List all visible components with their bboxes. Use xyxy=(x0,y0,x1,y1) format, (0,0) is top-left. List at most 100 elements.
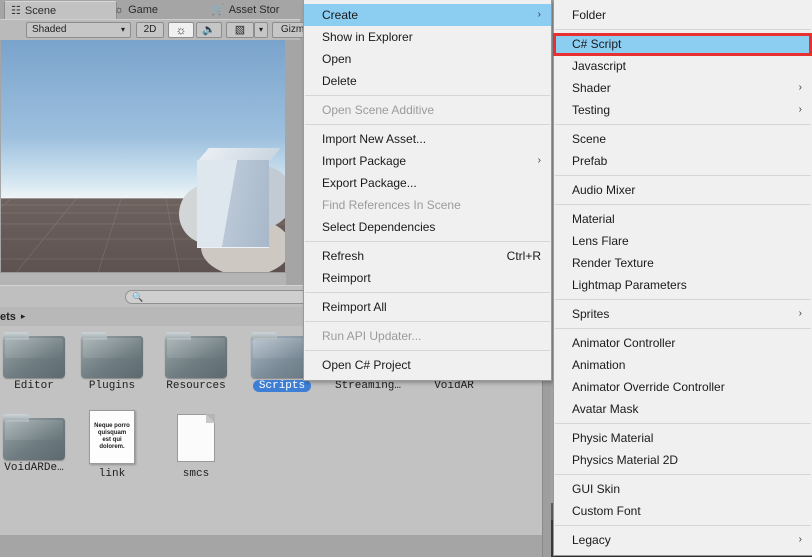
menu-item-label: Delete xyxy=(322,74,357,88)
menu-separator xyxy=(555,525,811,526)
submenu-item-scene[interactable]: Scene xyxy=(554,128,812,150)
menu-item-label: Physic Material xyxy=(572,431,654,445)
menu-item-label: Render Texture xyxy=(572,256,654,270)
submenu-item-shader[interactable]: Shader › xyxy=(554,77,812,99)
menu-item-open-csharp-project[interactable]: Open C# Project xyxy=(304,354,551,376)
toggle-2d-label: 2D xyxy=(143,24,157,35)
menu-item-select-dependencies[interactable]: Select Dependencies xyxy=(304,216,551,238)
menu-item-label: Create xyxy=(322,8,359,22)
tab-scene[interactable]: ☷ Scene xyxy=(4,1,117,20)
scene-viewport[interactable] xyxy=(1,40,285,272)
submenu-item-csharp-script[interactable]: C# Script xyxy=(554,33,812,55)
menu-item-label: Custom Font xyxy=(572,504,641,518)
scene-horizontal-scrollbar[interactable] xyxy=(0,272,286,285)
submenu-item-gui-skin[interactable]: GUI Skin xyxy=(554,478,812,500)
tab-asset-store[interactable]: 🛒 Asset Stor xyxy=(205,1,287,19)
tab-game-label: Game xyxy=(128,4,159,16)
lighting-toggle-button[interactable]: ☼ xyxy=(168,22,194,38)
menu-item-label: Import New Asset... xyxy=(322,132,427,146)
menu-item-reimport-all[interactable]: Reimport All xyxy=(304,296,551,318)
submenu-item-physics-material-2d[interactable]: Physics Material 2D xyxy=(554,449,812,471)
scene-object-cube xyxy=(197,160,269,248)
menu-item-label: Reimport All xyxy=(322,300,387,314)
submenu-item-sprites[interactable]: Sprites › xyxy=(554,303,812,325)
menu-item-import-new-asset[interactable]: Import New Asset... xyxy=(304,128,551,150)
chevron-right-icon: › xyxy=(798,534,802,545)
submenu-item-lens-flare[interactable]: Lens Flare xyxy=(554,230,812,252)
document-icon xyxy=(177,414,215,462)
menu-item-label: Material xyxy=(572,212,615,226)
audio-toggle-button[interactable]: 🔈 xyxy=(196,22,222,38)
chevron-right-icon: › xyxy=(537,155,541,166)
search-icon: 🔍 xyxy=(132,291,144,302)
submenu-item-animator-override-controller[interactable]: Animator Override Controller xyxy=(554,376,812,398)
chevron-right-icon: › xyxy=(798,104,802,115)
submenu-item-prefab[interactable]: Prefab xyxy=(554,150,812,172)
menu-item-label: Refresh xyxy=(322,249,365,263)
menu-item-reimport[interactable]: Reimport xyxy=(304,267,551,289)
menu-separator xyxy=(555,204,811,205)
asset-item-resources[interactable]: Resources xyxy=(154,332,238,392)
menu-item-refresh[interactable]: Refresh Ctrl+R xyxy=(304,245,551,267)
tab-game[interactable]: ☼ Game xyxy=(108,1,166,19)
folder-icon xyxy=(81,332,143,378)
gamepad-icon: ☼ xyxy=(114,3,125,16)
submenu-item-render-texture[interactable]: Render Texture xyxy=(554,252,812,274)
chevron-right-icon: › xyxy=(537,9,541,20)
menu-item-show-in-explorer[interactable]: Show in Explorer xyxy=(304,26,551,48)
menu-item-run-api-updater: Run API Updater... xyxy=(304,325,551,347)
sun-icon: ☼ xyxy=(175,23,187,37)
submenu-item-animator-controller[interactable]: Animator Controller xyxy=(554,332,812,354)
asset-label: Plugins xyxy=(88,380,136,392)
asset-item-link[interactable]: Neque porro quisquam est qui dolorem. li… xyxy=(70,410,154,480)
submenu-item-legacy[interactable]: Legacy › xyxy=(554,529,812,551)
menu-item-delete[interactable]: Delete xyxy=(304,70,551,92)
create-submenu[interactable]: Folder C# Script Javascript Shader › Tes… xyxy=(553,0,812,556)
menu-item-export-package[interactable]: Export Package... xyxy=(304,172,551,194)
submenu-item-lightmap-parameters[interactable]: Lightmap Parameters xyxy=(554,274,812,296)
submenu-item-custom-font[interactable]: Custom Font xyxy=(554,500,812,522)
menu-item-create[interactable]: Create › xyxy=(304,4,551,26)
menu-item-label: Prefab xyxy=(572,154,608,168)
asset-item-voidardemo[interactable]: VoidARDe… xyxy=(0,414,76,474)
submenu-item-material[interactable]: Material xyxy=(554,208,812,230)
menu-item-label: Show in Explorer xyxy=(322,30,413,44)
tab-asset-store-label: Asset Stor xyxy=(228,4,280,16)
menu-item-label: Lens Flare xyxy=(572,234,629,248)
menu-separator xyxy=(305,95,550,96)
submenu-item-audio-mixer[interactable]: Audio Mixer xyxy=(554,179,812,201)
submenu-item-javascript[interactable]: Javascript xyxy=(554,55,812,77)
asset-label: Resources xyxy=(166,380,226,392)
submenu-item-testing[interactable]: Testing › xyxy=(554,99,812,121)
submenu-item-animation[interactable]: Animation xyxy=(554,354,812,376)
asset-label: smcs xyxy=(182,468,210,480)
menu-item-label: C# Script xyxy=(572,37,622,51)
asset-item-plugins[interactable]: Plugins xyxy=(70,332,154,392)
menu-separator xyxy=(305,350,550,351)
menu-item-label: Javascript xyxy=(572,59,627,73)
submenu-item-folder[interactable]: Folder xyxy=(554,4,812,26)
asset-label: VoidAR xyxy=(434,380,474,392)
chevron-down-icon: ▾ xyxy=(120,25,125,34)
menu-separator xyxy=(555,29,811,30)
menu-separator xyxy=(305,292,550,293)
menu-separator xyxy=(555,423,811,424)
effects-dropdown-button[interactable]: ▾ xyxy=(254,22,268,38)
menu-item-open[interactable]: Open xyxy=(304,48,551,70)
menu-item-label: GUI Skin xyxy=(572,482,621,496)
menu-separator xyxy=(305,124,550,125)
submenu-item-physic-material[interactable]: Physic Material xyxy=(554,427,812,449)
asset-context-menu[interactable]: Create › Show in Explorer Open Delete Op… xyxy=(303,0,552,381)
asset-label: Editor xyxy=(14,380,54,392)
submenu-item-avatar-mask[interactable]: Avatar Mask xyxy=(554,398,812,420)
menu-item-label: Animator Controller xyxy=(572,336,676,350)
shading-mode-dropdown[interactable]: Shaded ▾ xyxy=(26,22,131,38)
menu-separator xyxy=(555,175,811,176)
menu-item-label: Open xyxy=(322,52,352,66)
menu-item-import-package[interactable]: Import Package › xyxy=(304,150,551,172)
effects-toggle-button[interactable]: ▧ xyxy=(226,22,254,38)
menu-item-label: Sprites xyxy=(572,307,610,321)
toggle-2d-button[interactable]: 2D xyxy=(136,22,164,38)
asset-item-smcs[interactable]: smcs xyxy=(154,414,238,480)
asset-item-editor[interactable]: Editor xyxy=(0,332,76,392)
